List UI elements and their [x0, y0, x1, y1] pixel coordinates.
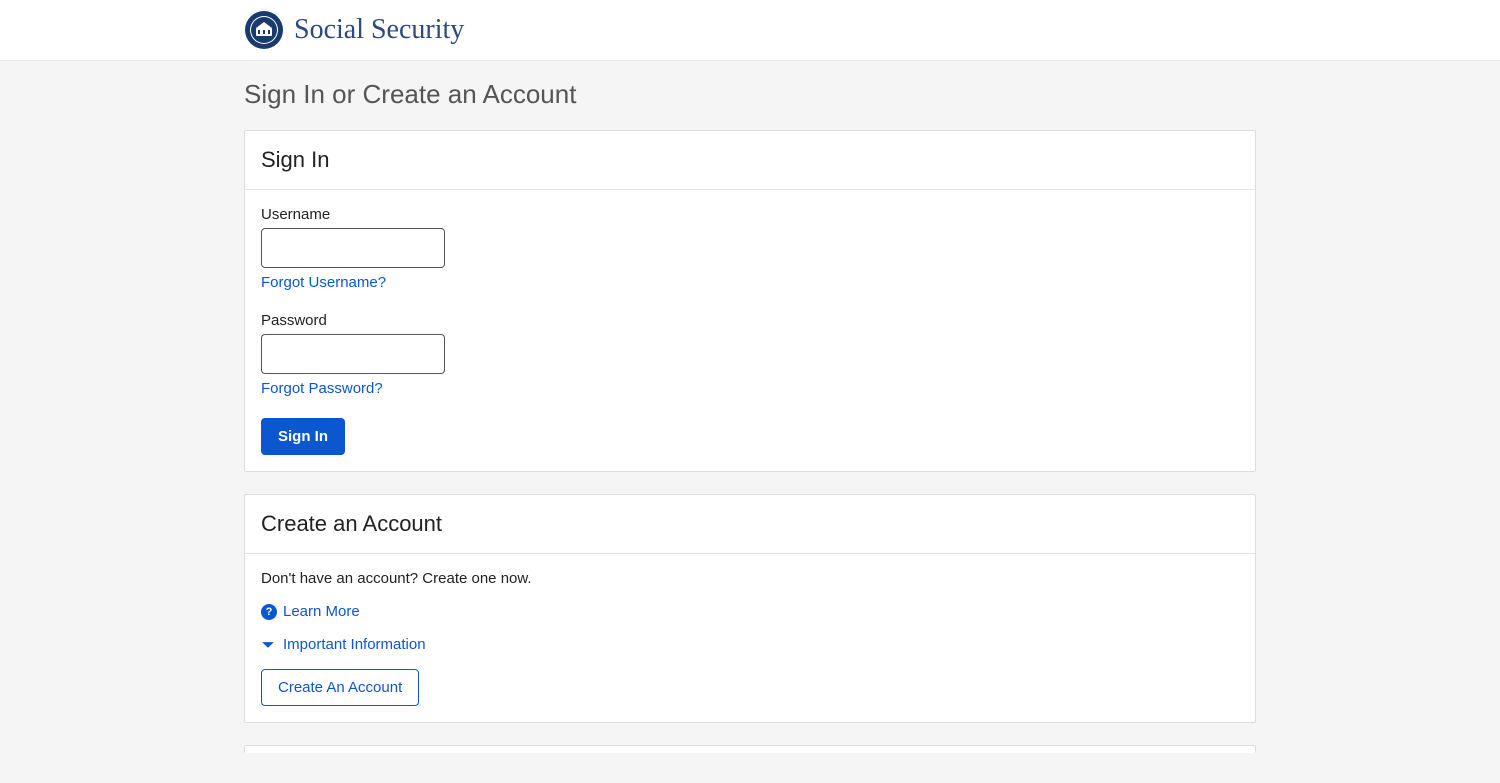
forgot-password-link[interactable]: Forgot Password? [261, 380, 383, 397]
question-circle-icon: ? [261, 604, 277, 620]
password-input[interactable] [261, 334, 445, 374]
site-header: Social Security [0, 0, 1500, 61]
signin-heading: Sign In [261, 147, 1239, 173]
important-information-label: Important Information [283, 636, 426, 653]
next-panel-top [244, 745, 1256, 753]
important-information-toggle[interactable]: Important Information [261, 636, 1239, 653]
username-input[interactable] [261, 228, 445, 268]
create-account-heading: Create an Account [261, 511, 1239, 537]
password-label: Password [261, 312, 1239, 329]
username-label: Username [261, 206, 1239, 223]
create-account-panel: Create an Account Don't have an account?… [244, 494, 1256, 723]
create-account-button[interactable]: Create An Account [261, 669, 419, 706]
forgot-username-link[interactable]: Forgot Username? [261, 274, 386, 291]
ssa-seal-icon [244, 10, 284, 50]
learn-more-label: Learn More [283, 603, 360, 620]
learn-more-link[interactable]: ? Learn More [261, 603, 1239, 620]
signin-button[interactable]: Sign In [261, 418, 345, 455]
signin-panel: Sign In Username Forgot Username? Passwo… [244, 130, 1256, 472]
site-title: Social Security [294, 14, 464, 46]
chevron-down-icon [261, 638, 275, 652]
page-title: Sign In or Create an Account [244, 79, 1256, 110]
create-account-prompt: Don't have an account? Create one now. [261, 570, 1239, 587]
